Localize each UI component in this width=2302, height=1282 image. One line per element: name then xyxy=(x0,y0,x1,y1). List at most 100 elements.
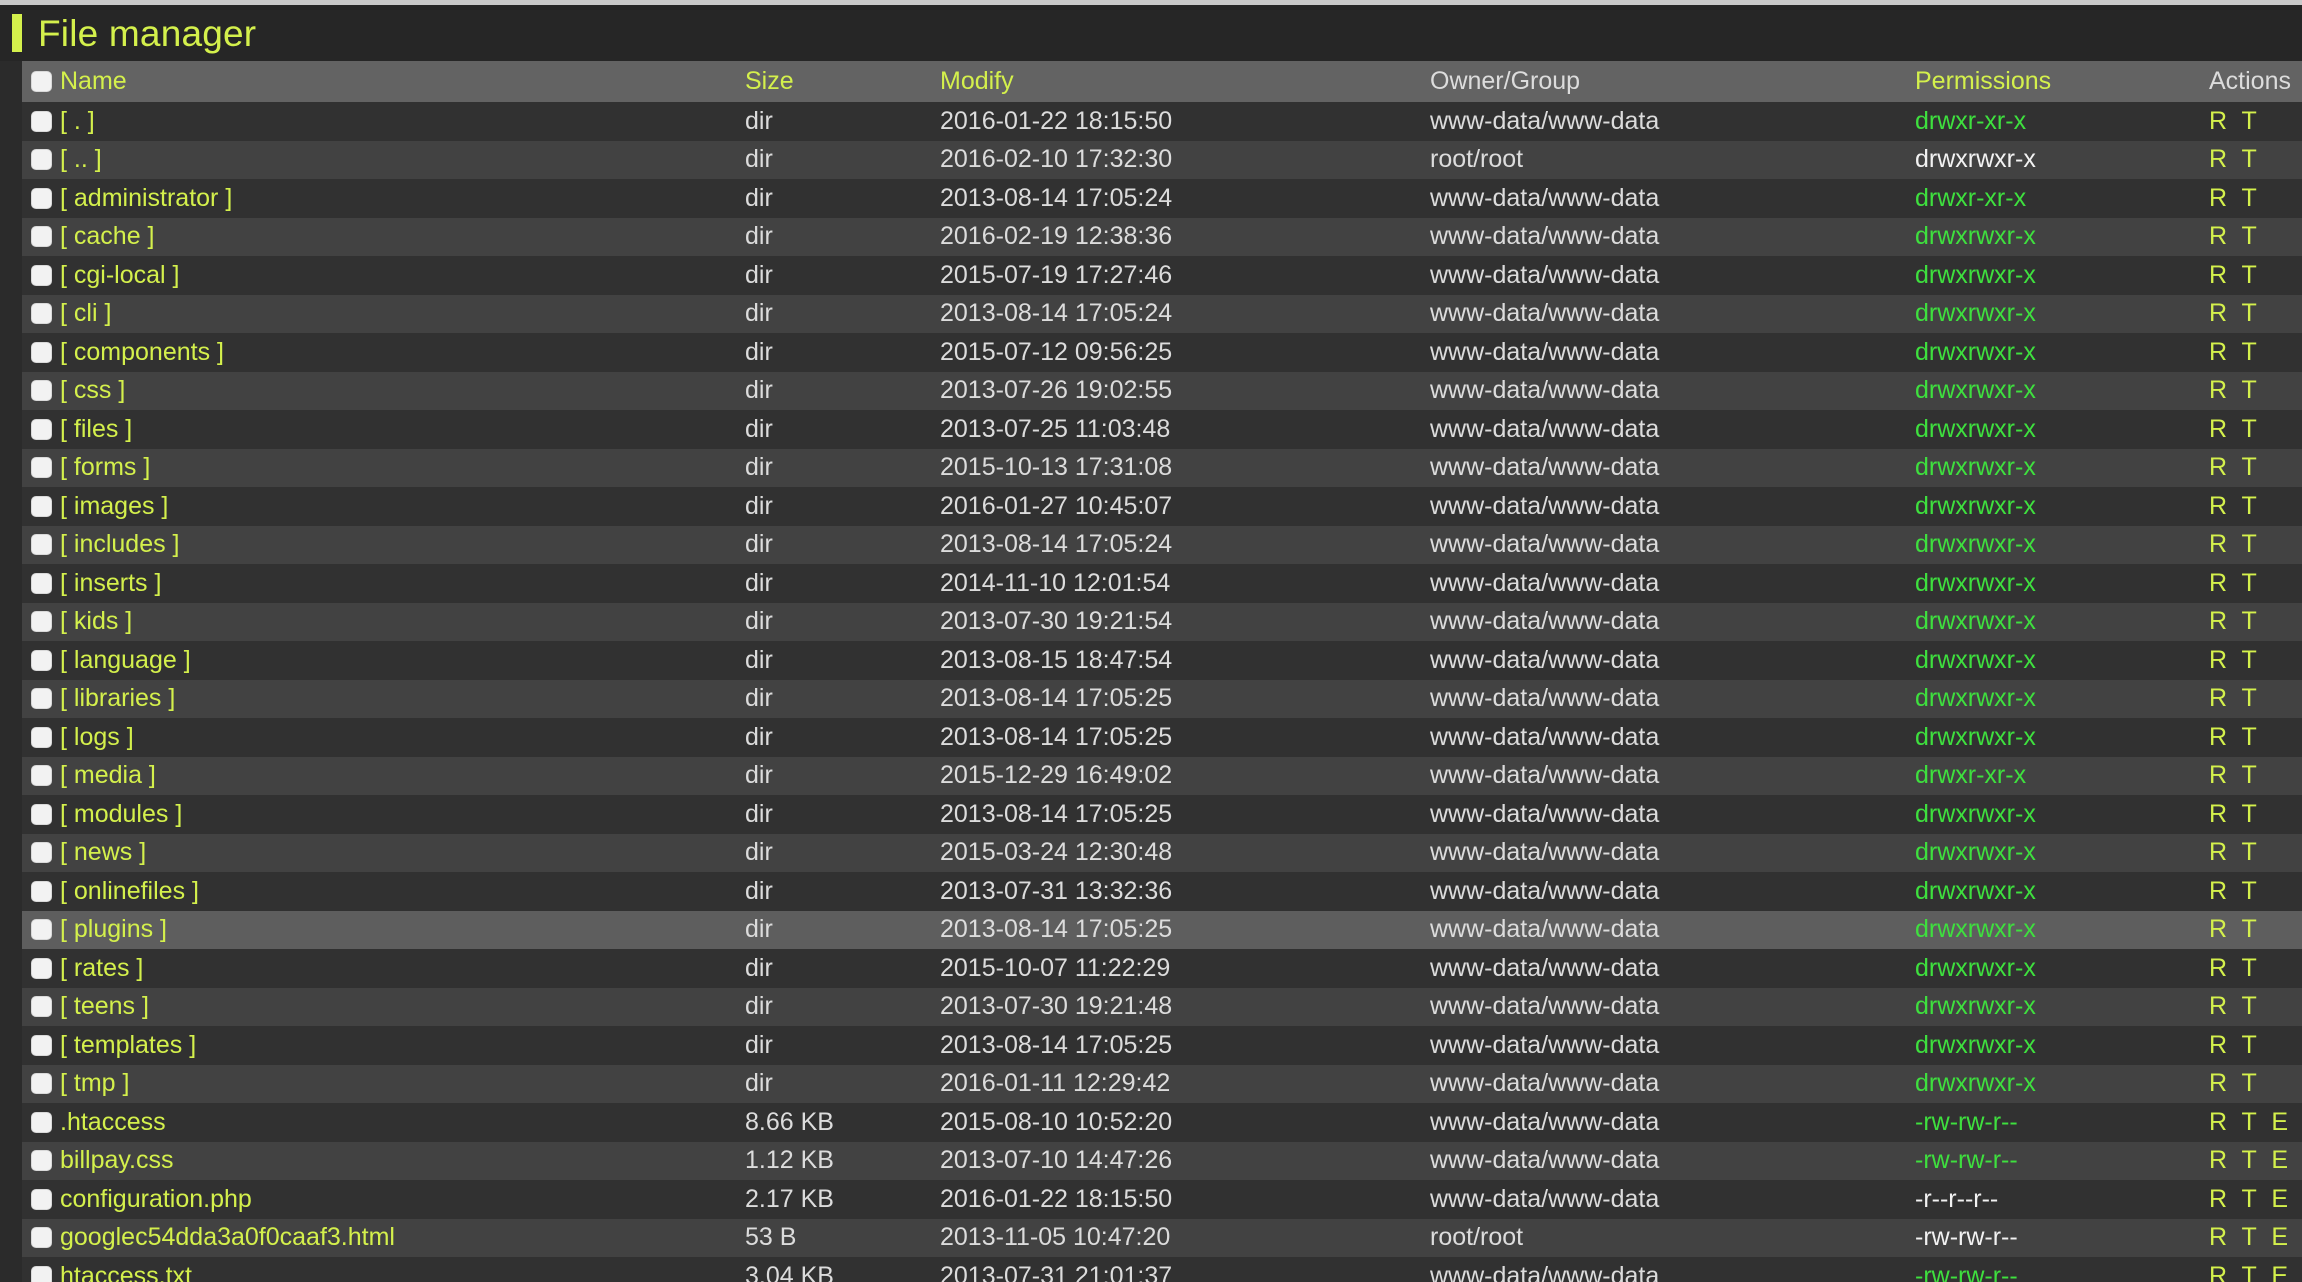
cell-perm[interactable]: drwxrwxr-x xyxy=(1915,301,2205,326)
table-row[interactable]: [ language ] dir 2013-08-15 18:47:54 www-da… xyxy=(22,641,2302,680)
cell-perm[interactable]: drwxrwxr-x xyxy=(1915,1071,2205,1096)
cell-name[interactable]: [ plugins ] xyxy=(60,917,745,942)
cell-actions[interactable]: R T xyxy=(2205,878,2302,904)
cell-name[interactable]: [ cgi-local ] xyxy=(60,262,745,288)
row-checkbox-icon[interactable] xyxy=(30,1227,52,1249)
table-row[interactable]: [ .. ] dir 2016-02-10 17:32:30 root/root drw… xyxy=(22,140,2302,179)
row-checkbox-icon[interactable] xyxy=(30,226,52,248)
row-checkbox-icon[interactable] xyxy=(30,1150,52,1172)
cell-perm[interactable]: drwxr-xr-x xyxy=(1915,185,2205,211)
cell-actions[interactable]: R T xyxy=(2205,493,2302,519)
cell-actions[interactable]: R T xyxy=(2205,262,2302,288)
row-checkbox-icon[interactable] xyxy=(30,1034,52,1056)
row-checkbox-icon[interactable] xyxy=(30,919,52,941)
cell-perm[interactable]: drwxrwxr-x xyxy=(1915,570,2205,596)
cell-actions[interactable]: R T xyxy=(2205,724,2302,750)
table-row[interactable]: [ images ] dir 2016-01-27 10:45:07 www-data… xyxy=(22,487,2302,526)
cell-perm[interactable]: drwxrwxr-x xyxy=(1915,224,2205,249)
table-row[interactable]: [ components ] dir 2015-07-12 09:56:25 www-… xyxy=(22,333,2302,372)
row-checkbox-icon[interactable] xyxy=(30,842,52,864)
row-checkbox-icon[interactable] xyxy=(30,1111,52,1133)
cell-actions[interactable]: R T xyxy=(2205,378,2302,403)
cell-perm[interactable]: drwxrwxr-x xyxy=(1915,147,2205,172)
row-checkbox-icon[interactable] xyxy=(30,1073,52,1095)
cell-perm[interactable]: drwxrwxr-x xyxy=(1915,878,2205,904)
cell-name[interactable]: [ teens ] xyxy=(60,994,745,1019)
cell-name[interactable]: [ onlinefiles ] xyxy=(60,878,745,904)
cell-perm[interactable]: drwxrwxr-x xyxy=(1915,609,2205,634)
cell-perm[interactable]: drwxrwxr-x xyxy=(1915,416,2205,442)
cell-name[interactable]: [ inserts ] xyxy=(60,570,745,596)
cell-perm[interactable]: drwxrwxr-x xyxy=(1915,647,2205,673)
cell-actions[interactable]: R T xyxy=(2205,301,2302,326)
cell-name[interactable]: [ forms ] xyxy=(60,455,745,480)
cell-perm[interactable]: drwxr-xr-x xyxy=(1915,108,2205,134)
row-checkbox-icon[interactable] xyxy=(30,418,52,440)
row-checkbox-icon[interactable] xyxy=(30,996,52,1018)
row-checkbox-icon[interactable] xyxy=(30,264,52,286)
column-header-size[interactable]: Size xyxy=(745,69,940,94)
table-row[interactable]: [ libraries ] dir 2013-08-14 17:05:25 www-d… xyxy=(22,679,2302,718)
cell-actions[interactable]: R T E D xyxy=(2205,1186,2302,1212)
cell-actions[interactable]: R T xyxy=(2205,339,2302,365)
row-checkbox-icon[interactable] xyxy=(30,957,52,979)
cell-name[interactable]: [ cli ] xyxy=(60,301,745,326)
cell-perm[interactable]: drwxrwxr-x xyxy=(1915,917,2205,942)
cell-perm[interactable]: drwxrwxr-x xyxy=(1915,493,2205,519)
table-row[interactable]: [ plugins ] dir 2013-08-14 17:05:25 www-dat… xyxy=(22,910,2302,949)
cell-name[interactable]: [ libraries ] xyxy=(60,686,745,711)
cell-actions[interactable]: R T xyxy=(2205,1071,2302,1096)
cell-name[interactable]: [ administrator ] xyxy=(60,185,745,211)
row-checkbox-icon[interactable] xyxy=(30,803,52,825)
table-row[interactable]: .htaccess 8.66 KB 2015-08-10 10:52:20 www-d… xyxy=(22,1103,2302,1142)
table-row[interactable]: googlec54dda3a0f0caaf3.html 53 B 2013-11-0… xyxy=(22,1218,2302,1257)
cell-name[interactable]: htaccess.txt xyxy=(60,1263,745,1282)
cell-perm[interactable]: drwxrwxr-x xyxy=(1915,262,2205,288)
cell-actions[interactable]: R T E D xyxy=(2205,1263,2302,1282)
cell-actions[interactable]: R T xyxy=(2205,840,2302,865)
select-all-checkbox-icon[interactable] xyxy=(30,71,52,92)
cell-name[interactable]: [ includes ] xyxy=(60,532,745,557)
cell-perm[interactable]: -r--r--r-- xyxy=(1915,1186,2205,1212)
cell-perm[interactable]: drwxrwxr-x xyxy=(1915,378,2205,403)
table-row[interactable]: [ cgi-local ] dir 2015-07-19 17:27:46 www-d… xyxy=(22,256,2302,295)
cell-actions[interactable]: R T xyxy=(2205,955,2302,981)
cell-perm[interactable]: drwxrwxr-x xyxy=(1915,686,2205,711)
row-checkbox-icon[interactable] xyxy=(30,380,52,402)
cell-perm[interactable]: -rw-rw-r-- xyxy=(1915,1109,2205,1135)
cell-perm[interactable]: -rw-rw-r-- xyxy=(1915,1148,2205,1173)
table-row[interactable]: [ files ] dir 2013-07-25 11:03:48 www-data/… xyxy=(22,410,2302,449)
table-row[interactable]: htaccess.txt 3.04 KB 2013-07-31 21:01:37 ww… xyxy=(22,1257,2302,1282)
row-checkbox-icon[interactable] xyxy=(30,341,52,363)
column-header-name[interactable]: Name xyxy=(60,69,745,94)
table-row[interactable]: [ css ] dir 2013-07-26 19:02:55 www-data/ww… xyxy=(22,371,2302,410)
cell-perm[interactable]: -rw-rw-r-- xyxy=(1915,1263,2205,1282)
cell-name[interactable]: googlec54dda3a0f0caaf3.html xyxy=(60,1225,745,1250)
cell-actions[interactable]: R T xyxy=(2205,917,2302,942)
cell-perm[interactable]: drwxrwxr-x xyxy=(1915,840,2205,865)
table-row[interactable]: [ tmp ] dir 2016-01-11 12:29:42 www-data/ww… xyxy=(22,1064,2302,1103)
table-row[interactable]: [ teens ] dir 2013-07-30 19:21:48 www-data/… xyxy=(22,987,2302,1026)
row-checkbox-icon[interactable] xyxy=(30,1265,52,1282)
cell-name[interactable]: [ files ] xyxy=(60,416,745,442)
row-checkbox-icon[interactable] xyxy=(30,765,52,787)
row-checkbox-icon[interactable] xyxy=(30,688,52,710)
cell-name[interactable]: [ templates ] xyxy=(60,1032,745,1058)
cell-name[interactable]: [ .. ] xyxy=(60,147,745,172)
cell-actions[interactable]: R T xyxy=(2205,647,2302,673)
cell-actions[interactable]: R T xyxy=(2205,763,2302,788)
row-checkbox-icon[interactable] xyxy=(30,1188,52,1210)
cell-perm[interactable]: drwxrwxr-x xyxy=(1915,532,2205,557)
cell-name[interactable]: [ components ] xyxy=(60,339,745,365)
row-checkbox-icon[interactable] xyxy=(30,187,52,209)
cell-name[interactable]: [ tmp ] xyxy=(60,1071,745,1096)
table-row[interactable]: [ kids ] dir 2013-07-30 19:21:54 www-data/w… xyxy=(22,602,2302,641)
cell-name[interactable]: [ media ] xyxy=(60,763,745,788)
table-row[interactable]: billpay.css 1.12 KB 2013-07-10 14:47:26 www… xyxy=(22,1141,2302,1180)
row-checkbox-icon[interactable] xyxy=(30,534,52,556)
cell-actions[interactable]: R T E D xyxy=(2205,1109,2302,1135)
cell-actions[interactable]: R T xyxy=(2205,147,2302,172)
table-row[interactable]: [ news ] dir 2015-03-24 12:30:48 www-data/w… xyxy=(22,833,2302,872)
cell-name[interactable]: .htaccess xyxy=(60,1109,745,1135)
cell-actions[interactable]: R T xyxy=(2205,1032,2302,1058)
